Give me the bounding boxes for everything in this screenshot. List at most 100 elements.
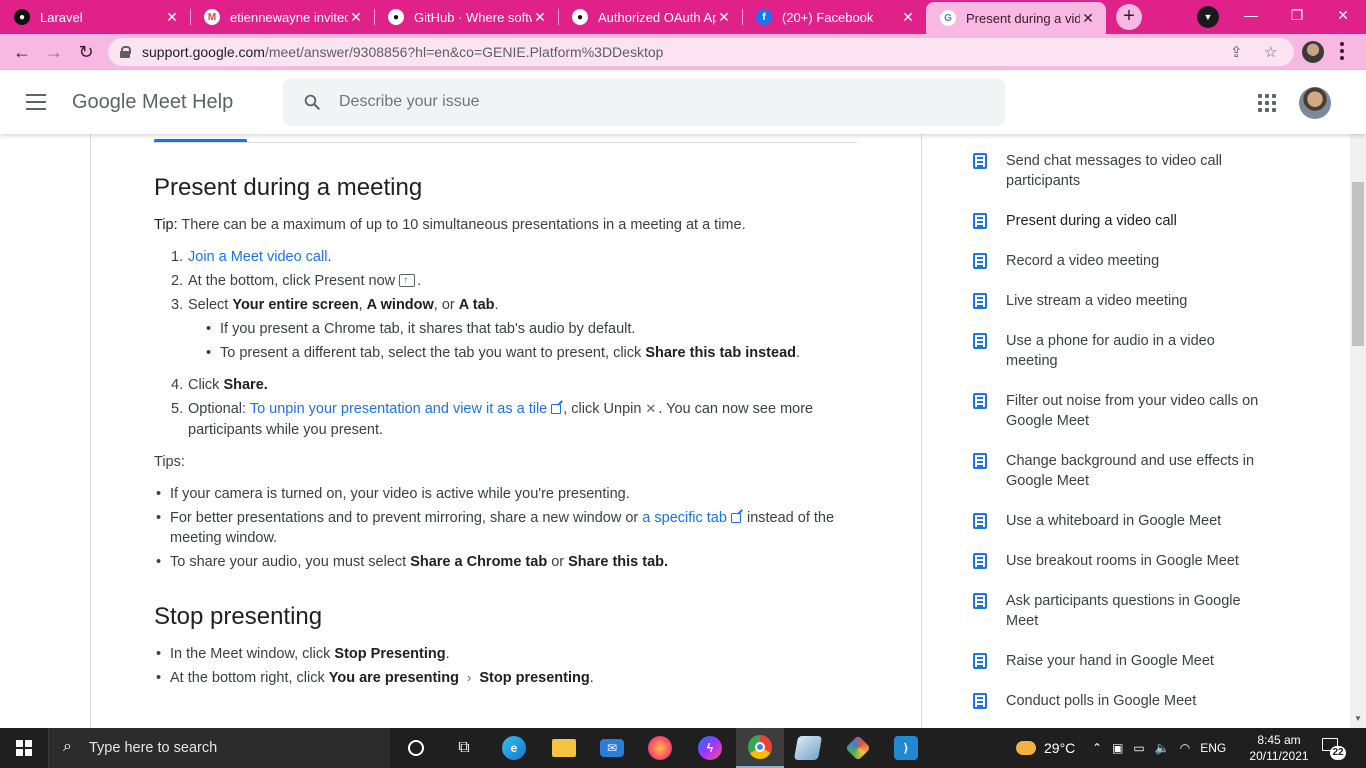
- article-icon: [973, 593, 987, 609]
- github-icon: ●: [572, 9, 588, 25]
- git-kraken-icon[interactable]: [834, 728, 882, 768]
- article-icon: [973, 453, 987, 469]
- close-icon[interactable]: ✕: [532, 9, 548, 26]
- article-icon: [973, 693, 987, 709]
- account-avatar[interactable]: [1299, 87, 1331, 119]
- list-item: 4. Click Share.: [171, 377, 268, 393]
- close-icon[interactable]: ✕: [1080, 10, 1096, 27]
- windows-start-icon[interactable]: [16, 740, 32, 756]
- article-icon: [973, 553, 987, 569]
- back-icon[interactable]: ←: [10, 40, 34, 64]
- profile-avatar[interactable]: [1302, 41, 1324, 63]
- article-icon: [973, 213, 987, 229]
- list-item-continuation: participants while you present.: [188, 422, 384, 438]
- join-meet-link[interactable]: Join a Meet video call: [188, 249, 327, 265]
- unpin-icon: ✕: [645, 401, 657, 416]
- mail-icon[interactable]: ✉: [588, 728, 636, 768]
- browser-tab[interactable]: f (20+) Facebook ✕: [742, 0, 926, 34]
- browser-tab[interactable]: ● Laravel ✕: [0, 0, 190, 34]
- search-input[interactable]: [339, 88, 939, 116]
- list-item: • At the bottom right, click You are pre…: [156, 670, 594, 686]
- network-adapter-icon[interactable]: ▣: [1112, 741, 1123, 755]
- address-bar[interactable]: support.google.com/meet/answer/9308856?h…: [108, 38, 1294, 66]
- list-item: 2. At the bottom, click Present now.: [171, 269, 421, 293]
- main-menu-icon[interactable]: [26, 94, 46, 110]
- browser-tab[interactable]: ● GitHub · Where softwa ✕: [374, 0, 558, 34]
- facebook-icon: f: [756, 9, 772, 25]
- cortana-icon[interactable]: [392, 728, 440, 768]
- scrollbar-thumb[interactable]: [1352, 182, 1364, 346]
- close-icon[interactable]: ✕: [716, 9, 732, 26]
- specific-tab-link[interactable]: a specific tab: [642, 510, 727, 526]
- firefox-icon[interactable]: [636, 728, 684, 768]
- notification-center-icon[interactable]: 22: [1322, 736, 1346, 760]
- browser-menu-icon[interactable]: [1340, 42, 1344, 62]
- edge-icon[interactable]: e: [490, 728, 538, 768]
- chevron-up-icon[interactable]: ⌃: [1092, 741, 1102, 755]
- search-icon[interactable]: [303, 93, 321, 111]
- windows-taskbar: ⌕ Type here to search ⧉ e ✉ ϟ ⟩ 29°C ⌃ ▣…: [0, 728, 1366, 768]
- help-center-title[interactable]: Google Meet Help: [72, 91, 233, 114]
- section-heading: Stop presenting: [154, 603, 323, 630]
- article-icon: [973, 653, 987, 669]
- page-scrollbar[interactable]: ▲ ▼: [1350, 70, 1366, 728]
- search-bar[interactable]: [283, 78, 1005, 126]
- battery-icon[interactable]: ▭: [1133, 741, 1144, 755]
- notes-app-icon[interactable]: [784, 728, 832, 768]
- taskbar-search-box[interactable]: ⌕ Type here to search: [48, 728, 390, 768]
- weather-widget[interactable]: 29°C: [1016, 728, 1075, 768]
- sub-list-item: • To present a different tab, select the…: [206, 345, 801, 361]
- search-icon: ⌕: [63, 738, 72, 755]
- platform-tabs-divider: [154, 142, 857, 143]
- browser-tab[interactable]: M etiennewayne invited y ✕: [190, 0, 374, 34]
- page-content: Present during a meeting Tip: There can …: [0, 134, 1350, 728]
- list-item: • To share your audio, you must select S…: [156, 554, 669, 570]
- volume-muted-icon[interactable]: 🔈: [1155, 741, 1170, 755]
- section-heading: Present during a meeting: [154, 174, 423, 201]
- github-icon: ●: [14, 9, 30, 25]
- task-view-icon[interactable]: ⧉: [440, 728, 488, 768]
- external-link-icon: [730, 513, 741, 523]
- close-icon[interactable]: ✕: [900, 9, 916, 26]
- article-icon: [973, 293, 987, 309]
- clock[interactable]: 8:45 am 20/11/2021: [1244, 732, 1314, 764]
- close-window-icon[interactable]: ✕: [1320, 0, 1366, 30]
- scroll-down-icon[interactable]: ▼: [1354, 714, 1362, 723]
- present-now-icon: [399, 269, 416, 293]
- chrome-icon[interactable]: [736, 728, 784, 768]
- list-item: • If your camera is turned on, your vide…: [156, 486, 630, 502]
- vscode-icon[interactable]: ⟩: [882, 728, 930, 768]
- chevron-right-icon: ›: [467, 670, 472, 685]
- platform-tab-active-indicator: [154, 139, 247, 142]
- close-icon[interactable]: ✕: [164, 9, 180, 26]
- unpin-presentation-link[interactable]: To unpin your presentation and view it a…: [250, 401, 547, 417]
- new-tab-button[interactable]: +: [1116, 4, 1142, 30]
- list-item-continuation: meeting window.: [170, 530, 278, 546]
- weather-cloud-sun-icon: [1016, 741, 1036, 755]
- help-center-header: Google Meet Help: [0, 70, 1366, 134]
- list-item: 3. Select Your entire screen, A window, …: [171, 297, 499, 313]
- browser-tab[interactable]: ● Authorized OAuth App ✕: [558, 0, 742, 34]
- share-icon[interactable]: ⇪: [1230, 43, 1243, 61]
- browser-toolbar: ← → ↻ support.google.com/meet/answer/930…: [0, 34, 1366, 70]
- reload-icon[interactable]: ↻: [74, 40, 98, 64]
- wifi-icon[interactable]: ◠: [1180, 741, 1190, 755]
- close-icon[interactable]: ✕: [348, 9, 364, 26]
- lock-icon: [120, 46, 131, 58]
- tab-search-icon[interactable]: ▼: [1197, 6, 1219, 28]
- messenger-icon[interactable]: ϟ: [686, 728, 734, 768]
- article-icon: [973, 153, 987, 169]
- forward-icon[interactable]: →: [42, 40, 66, 64]
- language-indicator[interactable]: ENG: [1200, 741, 1226, 755]
- file-explorer-icon[interactable]: [540, 728, 588, 768]
- browser-tab-strip: ● Laravel ✕ M etiennewayne invited y ✕ ●…: [0, 0, 1366, 34]
- minimize-icon[interactable]: —: [1228, 0, 1274, 30]
- bookmark-star-icon[interactable]: ☆: [1264, 43, 1277, 61]
- article-icon: [973, 333, 987, 349]
- restore-icon[interactable]: ❐: [1274, 0, 1320, 30]
- github-icon: ●: [388, 9, 404, 25]
- google-apps-icon[interactable]: [1258, 94, 1276, 112]
- browser-tab-active[interactable]: G Present during a video ✕: [926, 2, 1106, 34]
- article-icon: [973, 393, 987, 409]
- tip-paragraph: Tip: There can be a maximum of up to 10 …: [154, 217, 746, 233]
